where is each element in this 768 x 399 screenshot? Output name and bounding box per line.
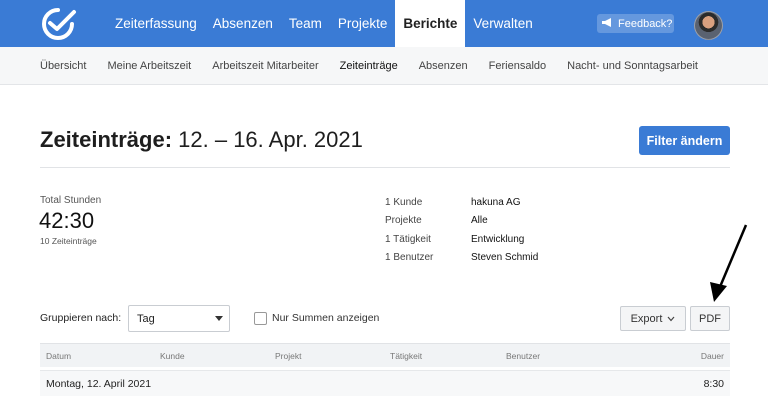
subnav-absenzen[interactable]: Absenzen [419,60,468,72]
pdf-button[interactable]: PDF [690,306,730,331]
top-navbar: Zeiterfassung Absenzen Team Projekte Ber… [0,0,768,47]
page-title-range: 12. – 16. Apr. 2021 [178,127,363,152]
group-by-label: Gruppieren nach: [40,312,122,324]
user-avatar[interactable] [694,11,723,40]
group-by-select[interactable]: Tag [128,305,230,332]
export-label: Export [630,312,663,325]
page-title-label: Zeiteinträge: [40,127,173,152]
nav-team[interactable]: Team [281,0,330,47]
nav-projekte[interactable]: Projekte [330,0,396,47]
meta-row-taetigkeit: 1 Tätigkeit Entwicklung [385,230,538,249]
table-group-row: Montag, 12. April 2021 8:30 [40,370,730,396]
chevron-down-icon [667,313,675,325]
meta-key: 1 Kunde [385,196,423,208]
feedback-label: Feedback? [618,17,673,30]
meta-key: 1 Tätigkeit [385,233,431,245]
col-datum[interactable]: Datum [46,351,71,361]
meta-value: Entwicklung [471,233,525,245]
col-kunde[interactable]: Kunde [160,351,185,361]
meta-value: Steven Schmid [471,252,539,264]
page-title: Zeiteinträge: 12. – 16. Apr. 2021 [40,127,363,153]
nav-absenzen[interactable]: Absenzen [205,0,281,47]
meta-key: 1 Benutzer [385,252,434,264]
meta-row-kunde: 1 Kunde hakuna AG [385,193,538,212]
subnav-meine-arbeitszeit[interactable]: Meine Arbeitszeit [107,60,191,72]
nav-verwalten[interactable]: Verwalten [465,0,540,47]
export-dropdown-button[interactable]: Export [620,306,686,331]
only-totals-label[interactable]: Nur Summen anzeigen [272,312,379,324]
meta-key: Projekte [385,215,422,227]
feedback-button[interactable]: Feedback? [597,14,674,33]
nav-berichte[interactable]: Berichte [395,0,466,47]
group-total: 8:30 [703,378,724,390]
meta-row-benutzer: 1 Benutzer Steven Schmid [385,249,538,268]
table-header: Datum Kunde Projekt Tätigkeit Benutzer D… [40,343,730,367]
col-benutzer[interactable]: Benutzer [506,351,540,361]
col-projekt[interactable]: Projekt [275,351,301,361]
filter-summary: 1 Kunde hakuna AG Projekte Alle 1 Tätigk… [385,193,538,267]
subnav-zeiteintraege[interactable]: Zeiteinträge [340,60,398,72]
group-by-value: Tag [137,312,155,325]
total-hours-value: 42:30 [39,208,95,233]
group-date: Montag, 12. April 2021 [46,378,152,390]
app-logo-icon[interactable] [38,6,78,40]
megaphone-icon [601,17,614,31]
main-nav: Zeiterfassung Absenzen Team Projekte Ber… [107,0,541,47]
nav-zeiterfassung[interactable]: Zeiterfassung [107,0,205,47]
filter-change-button[interactable]: Filter ändern [639,126,730,155]
subnav-uebersicht[interactable]: Übersicht [40,60,86,72]
only-totals-checkbox[interactable] [254,312,267,325]
meta-value: Alle [471,215,488,227]
subnav-nacht-sonntagsarbeit[interactable]: Nacht- und Sonntagsarbeit [567,60,698,72]
subnav-feriensaldo[interactable]: Feriensaldo [489,60,546,72]
subnav-arbeitszeit-mitarbeiter[interactable]: Arbeitszeit Mitarbeiter [212,60,318,72]
col-dauer[interactable]: Dauer [701,351,724,361]
divider [40,167,730,168]
caret-down-icon [215,316,223,321]
total-hours-label: Total Stunden [40,195,102,206]
reports-subnav: Übersicht Meine Arbeitszeit Arbeitszeit … [0,47,768,85]
meta-value: hakuna AG [471,196,521,208]
annotation-arrow-icon [710,224,748,302]
entries-count: 10 Zeiteinträge [40,236,97,246]
col-taetigkeit[interactable]: Tätigkeit [390,351,422,361]
meta-row-projekte: Projekte Alle [385,212,538,231]
